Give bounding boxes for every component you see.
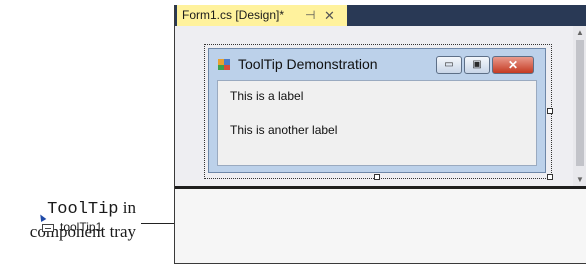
form-title: ToolTip Demonstration — [238, 56, 378, 72]
minimize-button[interactable]: ▭ — [436, 56, 462, 74]
pin-icon[interactable]: ⊣ — [305, 5, 315, 26]
vertical-scrollbar[interactable]: ▲ ▼ — [573, 26, 586, 186]
scroll-up-arrow-icon[interactable]: ▲ — [576, 28, 584, 37]
callout-code-word: ToolTip — [47, 200, 119, 219]
resize-handle-bottom-right[interactable] — [547, 174, 553, 180]
visual-studio-designer-window: Form1.cs [Design]* ⊣ ✕ ▲ ▼ ToolTip Demon… — [174, 5, 586, 264]
tray-item-tooltip1[interactable]: toolTip1 — [60, 220, 102, 234]
form-client-area[interactable]: This is a label This is another label — [217, 80, 537, 166]
tooltip-component-icon[interactable] — [42, 224, 54, 232]
document-tab-strip: Form1.cs [Design]* ⊣ ✕ — [175, 5, 586, 26]
form1-window[interactable]: ToolTip Demonstration ▭ ▣ ✕ This is a la… — [208, 48, 546, 173]
tab-form1-design[interactable]: Form1.cs [Design]* ⊣ ✕ — [177, 5, 347, 26]
windows-forms-app-icon — [218, 59, 230, 70]
callout-line1-rest: in — [118, 198, 136, 217]
label-2[interactable]: This is another label — [230, 123, 337, 137]
maximize-button[interactable]: ▣ — [464, 56, 490, 74]
close-icon[interactable]: ✕ — [324, 5, 335, 26]
resize-handle-right[interactable] — [547, 108, 553, 114]
label-1[interactable]: This is a label — [230, 89, 303, 103]
component-tray[interactable] — [175, 189, 586, 263]
scroll-down-arrow-icon[interactable]: ▼ — [576, 175, 584, 184]
tab-title: Form1.cs [Design]* — [182, 8, 285, 22]
close-button[interactable]: ✕ — [492, 56, 534, 74]
resize-handle-bottom[interactable] — [374, 174, 380, 180]
form-title-bar[interactable]: ToolTip Demonstration ▭ ▣ ✕ — [209, 49, 545, 77]
scrollbar-thumb[interactable] — [576, 40, 584, 166]
